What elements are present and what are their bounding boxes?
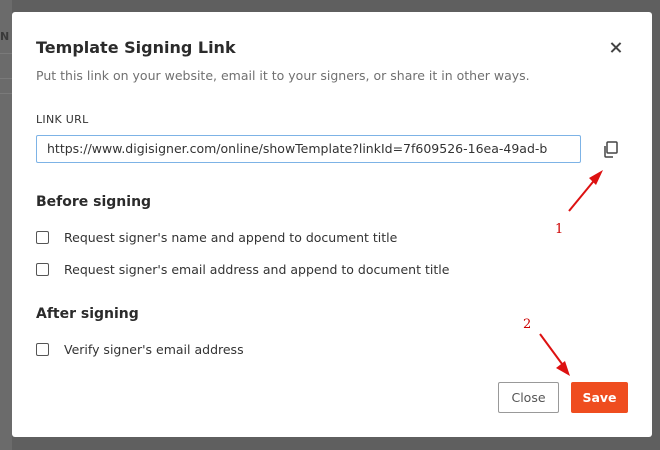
before-signing-heading: Before signing <box>36 194 152 210</box>
close-button[interactable]: Close <box>498 382 559 413</box>
dialog-subtitle: Put this link on your website, email it … <box>36 68 530 83</box>
background-divider <box>0 93 12 94</box>
save-button[interactable]: Save <box>571 382 628 413</box>
after-signing-heading: After signing <box>36 306 139 322</box>
request-name-option[interactable]: Request signer's name and append to docu… <box>36 228 397 246</box>
verify-email-option[interactable]: Verify signer's email address <box>36 340 244 358</box>
link-url-label: LINK URL <box>36 113 89 126</box>
background-divider <box>0 53 12 54</box>
verify-email-checkbox[interactable] <box>36 342 49 356</box>
close-icon[interactable] <box>606 38 626 58</box>
request-name-label: Request signer's name and append to docu… <box>64 229 398 245</box>
request-email-option[interactable]: Request signer's email address and appen… <box>36 260 449 278</box>
link-url-input[interactable]: https://www.digisigner.com/online/showTe… <box>36 135 581 163</box>
annotation-step-2: 2 <box>523 317 532 332</box>
request-name-checkbox[interactable] <box>36 230 49 244</box>
verify-email-label: Verify signer's email address <box>64 341 244 357</box>
background-page: N <box>0 0 12 450</box>
background-divider <box>0 78 12 79</box>
request-email-checkbox[interactable] <box>36 262 49 276</box>
annotation-step-1: 1 <box>555 222 564 237</box>
dialog-title: Template Signing Link <box>36 38 236 57</box>
request-email-label: Request signer's email address and appen… <box>64 261 450 277</box>
copy-icon[interactable] <box>600 139 622 161</box>
background-text: N <box>0 30 10 43</box>
